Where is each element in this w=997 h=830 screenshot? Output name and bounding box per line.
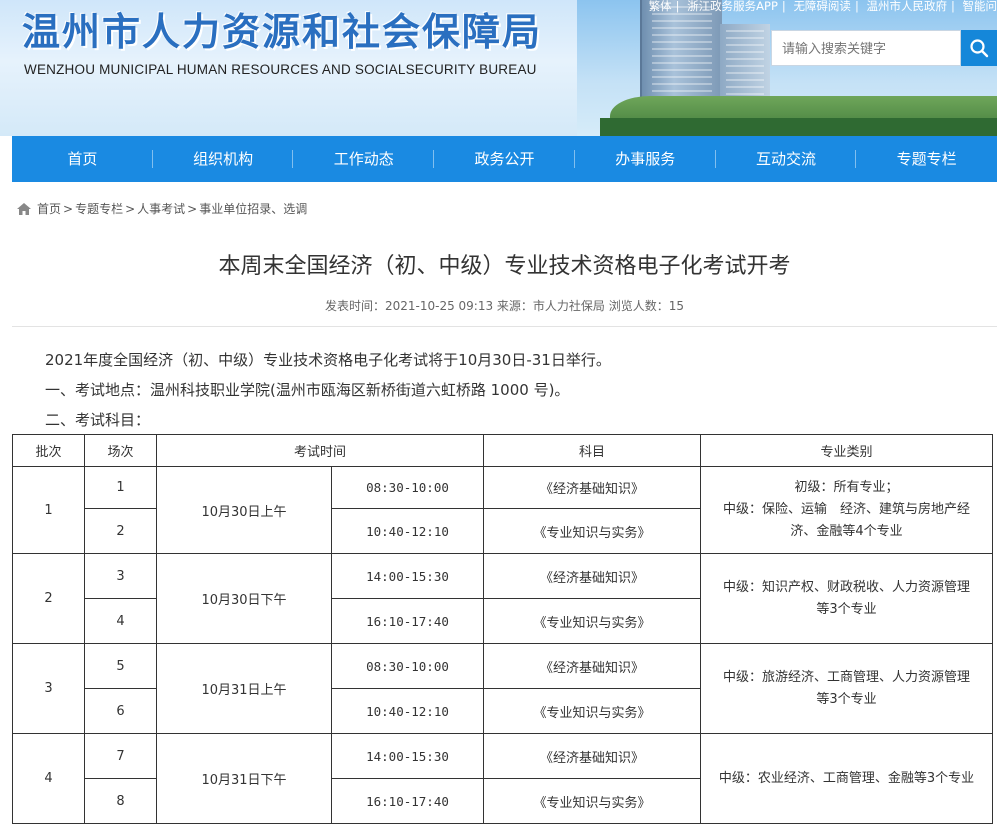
professional-category: 中级：知识产权、财政税收、人力资源管理 等3个专业 [700, 553, 993, 644]
top-link-smart-qa[interactable]: 智能问 [963, 0, 997, 13]
batch-number: 4 [12, 733, 85, 824]
table-header-category: 专业类别 [700, 434, 993, 467]
site-header: 温州市人力资源和社会保障局 WENZHOU MUNICIPAL HUMAN RE… [0, 0, 997, 136]
session-number: 7 [84, 733, 157, 779]
exam-subject: 《经济基础知识》 [483, 643, 701, 689]
exam-time-slot: 16:10-17:40 [331, 778, 484, 824]
breadcrumb-separator: > [125, 201, 136, 216]
top-link-traditional[interactable]: 繁体 [649, 0, 672, 13]
top-utility-links: 繁体 | 浙江政务服务APP | 无障碍阅读 | 温州市人民政府 | 智能问 [648, 0, 997, 13]
category-line: 等3个专业 [816, 691, 877, 707]
top-link-zhejiang-app[interactable]: 浙江政务服务APP [687, 0, 778, 13]
session-number: 5 [84, 643, 157, 689]
category-line: 等3个专业 [816, 601, 877, 617]
table-header-exam-time: 考试时间 [156, 434, 484, 467]
main-nav: 首页 组织机构 工作动态 政务公开 办事服务 互动交流 专题专栏 [12, 136, 997, 182]
nav-item-work-news[interactable]: 工作动态 [293, 136, 434, 182]
session-number: 1 [84, 466, 157, 509]
table-header-subject: 科目 [483, 434, 701, 467]
breadcrumb-personnel-exam[interactable]: 人事考试 [137, 200, 185, 217]
exam-time-slot: 10:40-12:10 [331, 508, 484, 554]
nav-item-government-affairs[interactable]: 政务公开 [434, 136, 575, 182]
table-header-batch: 批次 [12, 434, 85, 467]
table-row: 4 7 10月31日下午 14:00-15:30 《经济基础知识》 中级：农业经… [12, 733, 993, 824]
exam-date: 10月31日上午 [156, 643, 332, 734]
category-line: 中级：保险、运输 经济、建筑与房地产经 [722, 502, 970, 517]
nav-item-interaction[interactable]: 互动交流 [716, 136, 857, 182]
batch-number: 3 [12, 643, 85, 734]
hedge-illustration [600, 118, 997, 136]
exam-time-slot: 14:00-15:30 [331, 733, 484, 779]
article-meta: 发表时间：2021-10-25 09:13 来源：市人力社保局 浏览人数：15 [324, 299, 685, 313]
category-line: 初级：所有专业； [794, 480, 899, 495]
nav-item-organization[interactable]: 组织机构 [153, 136, 294, 182]
search-button[interactable] [961, 30, 997, 66]
professional-category: 初级：所有专业； 中级：保险、运输 经济、建筑与房地产经 济、金融等4个专业 [700, 466, 993, 554]
session-number: 4 [84, 598, 157, 644]
exam-schedule-table: 批次 场次 考试时间 科目 专业类别 1 1 10月30日上午 08:30-10… [12, 434, 993, 824]
nav-item-home[interactable]: 首页 [12, 136, 153, 182]
exam-subject: 《经济基础知识》 [483, 553, 701, 599]
nav-item-services[interactable]: 办事服务 [575, 136, 716, 182]
table-row: 3 5 10月31日上午 08:30-10:00 《经济基础知识》 中级：旅游经… [12, 643, 993, 734]
exam-time-slot: 08:30-10:00 [331, 466, 484, 509]
exam-date: 10月30日上午 [156, 466, 332, 554]
session-number: 3 [84, 553, 157, 599]
top-link-city-government[interactable]: 温州市人民政府 [866, 0, 947, 13]
exam-time-slot: 08:30-10:00 [331, 643, 484, 689]
search-icon [970, 39, 989, 58]
exam-time-slot: 16:10-17:40 [331, 598, 484, 644]
professional-category: 中级：旅游经济、工商管理、人力资源管理 等3个专业 [700, 643, 993, 734]
exam-subject: 《专业知识与实务》 [483, 598, 701, 644]
table-header-session: 场次 [84, 434, 157, 467]
exam-subject: 《专业知识与实务》 [483, 688, 701, 734]
breadcrumb: 首页 > 专题专栏 > 人事考试 > 事业单位招录、选调 [16, 200, 307, 217]
article-title: 本周末全国经济（初、中级）专业技术资格电子化考试开考 [218, 254, 791, 279]
exam-date: 10月31日下午 [156, 733, 332, 824]
batch-number: 1 [12, 466, 85, 554]
article-paragraph-subjects: 二、考试科目： [45, 411, 151, 429]
exam-time-slot: 14:00-15:30 [331, 553, 484, 599]
exam-date: 10月30日下午 [156, 553, 332, 644]
session-number: 8 [84, 778, 157, 824]
title-divider [12, 326, 997, 327]
breadcrumb-separator: > [187, 201, 198, 216]
breadcrumb-recruitment[interactable]: 事业单位招录、选调 [199, 200, 307, 217]
breadcrumb-special-topics[interactable]: 专题专栏 [75, 200, 123, 217]
article-paragraph-intro: 2021年度全国经济（初、中级）专业技术资格电子化考试将于10月30日-31日举… [45, 351, 611, 369]
article-paragraph-location: 一、考试地点：温州科技职业学院(温州市瓯海区新桥街道六虹桥路 1000 号)。 [45, 381, 570, 399]
home-icon [17, 202, 31, 215]
session-number: 2 [84, 508, 157, 554]
table-header-row: 批次 场次 考试时间 科目 专业类别 [12, 434, 993, 467]
nav-item-special-topics[interactable]: 专题专栏 [856, 136, 997, 182]
category-line: 中级：知识产权、财政税收、人力资源管理 [722, 579, 970, 595]
exam-subject: 《经济基础知识》 [483, 733, 701, 779]
session-number: 6 [84, 688, 157, 734]
exam-subject: 《经济基础知识》 [483, 466, 701, 509]
exam-subject: 《专业知识与实务》 [483, 508, 701, 554]
site-logo-english: WENZHOU MUNICIPAL HUMAN RESOURCES AND SO… [24, 62, 537, 77]
batch-number: 2 [12, 553, 85, 644]
professional-category: 中级：农业经济、工商管理、金融等3个专业 [700, 733, 993, 824]
category-line: 中级：旅游经济、工商管理、人力资源管理 [722, 669, 970, 685]
table-row: 1 1 10月30日上午 08:30-10:00 《经济基础知识》 初级：所有专… [12, 466, 993, 554]
exam-subject: 《专业知识与实务》 [483, 778, 701, 824]
exam-time-slot: 10:40-12:10 [331, 688, 484, 734]
site-logo-chinese[interactable]: 温州市人力资源和社会保障局 [22, 6, 542, 58]
top-link-accessibility[interactable]: 无障碍阅读 [793, 0, 851, 13]
breadcrumb-separator: > [63, 201, 74, 216]
search-input[interactable] [771, 30, 961, 66]
breadcrumb-home[interactable]: 首页 [37, 200, 61, 217]
category-line: 济、金融等4个专业 [790, 524, 903, 539]
table-row: 2 3 10月30日下午 14:00-15:30 《经济基础知识》 中级：知识产… [12, 553, 993, 644]
category-line: 中级：农业经济、工商管理、金融等3个专业 [718, 770, 975, 786]
